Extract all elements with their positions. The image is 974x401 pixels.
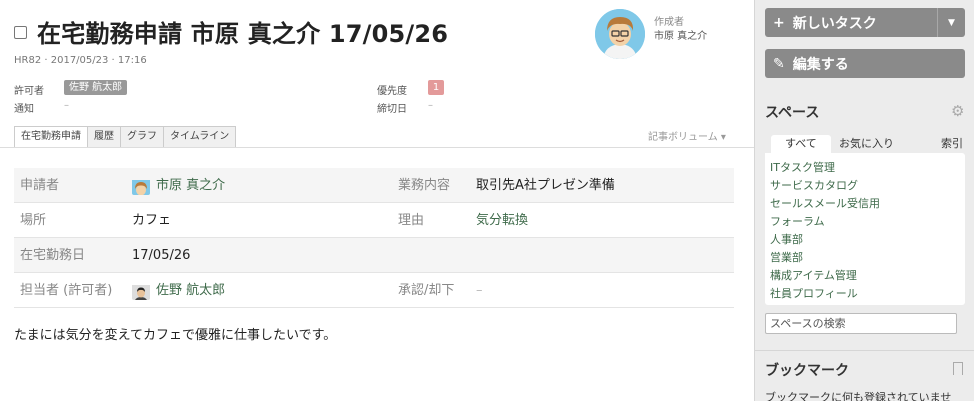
field-value-place: カフェ	[132, 213, 172, 228]
task-subtitle: HR82 · 2017/05/23 · 17:16	[14, 55, 147, 66]
space-tab-index[interactable]: 索引	[941, 135, 963, 153]
approver-badge[interactable]: 佐野 航太郎	[64, 80, 128, 95]
tab-history[interactable]: 履歴	[88, 126, 121, 148]
space-item-it-tasks[interactable]: ITタスク管理	[770, 159, 960, 177]
edit-button[interactable]: ✎ 編集する	[765, 49, 965, 78]
task-body: たまには気分を変えてカフェで優雅に仕事したいです。	[14, 328, 337, 343]
gear-icon[interactable]: ⚙	[951, 102, 964, 120]
space-item-service-catalog[interactable]: サービスカタログ	[770, 177, 960, 195]
new-task-button[interactable]: + 新しいタスク ▼	[765, 8, 965, 37]
field-label-telework-date: 在宅勤務日	[20, 248, 86, 263]
task-checkbox[interactable]	[14, 26, 27, 39]
tab-telework-request[interactable]: 在宅勤務申請	[14, 126, 88, 148]
field-label-reason: 理由	[398, 213, 425, 228]
tab-graph[interactable]: グラフ	[121, 126, 164, 148]
space-item-forum[interactable]: フォーラム	[770, 213, 960, 231]
notify-label: 通知	[14, 104, 34, 115]
space-item-sales-mail[interactable]: セールスメール受信用	[770, 195, 960, 213]
page-title: 在宅勤務申請 市原 真之介 17/05/26	[37, 20, 449, 48]
space-tab-all[interactable]: すべて	[771, 135, 831, 153]
field-value-approval: –	[476, 283, 483, 298]
field-row: 担当者 (許可者) 佐野 航太郎 承認/却下 –	[14, 273, 734, 308]
sidebar-divider	[755, 350, 974, 351]
field-label-work-content: 業務内容	[398, 178, 451, 193]
new-task-dropdown[interactable]: ▼	[937, 8, 965, 37]
space-item-employee-profiles[interactable]: 社員プロフィール	[770, 285, 960, 303]
tab-divider	[0, 147, 754, 148]
field-row: 申請者 市原 真之介 業務内容 取引先A社プレゼン準備	[14, 168, 734, 203]
article-volume-dropdown[interactable]: 記事ボリューム ▾	[648, 128, 726, 143]
bookmarks-empty-text: ブックマークに何も登録されていませ	[765, 391, 952, 401]
bookmarks-title: ブックマーク	[765, 363, 849, 379]
deadline-label: 締切日	[377, 104, 407, 115]
space-item-hr[interactable]: 人事部	[770, 231, 960, 249]
field-label-assignee: 担当者 (許可者)	[20, 283, 113, 298]
field-table: 申請者 市原 真之介 業務内容 取引先A社プレゼン準備 場所 カフェ 理由 気分…	[14, 168, 734, 308]
field-label-approval: 承認/却下	[398, 283, 455, 298]
field-row: 在宅勤務日 17/05/26	[14, 238, 734, 273]
applicant-avatar	[132, 177, 150, 195]
approver-label: 許可者	[14, 86, 44, 97]
space-item-sales[interactable]: 営業部	[770, 249, 960, 267]
creator-name[interactable]: 市原 真之介	[654, 27, 707, 42]
field-value-applicant[interactable]: 市原 真之介	[132, 168, 225, 203]
priority-label: 優先度	[377, 86, 407, 97]
chevron-down-icon: ▼	[948, 17, 955, 28]
creator-label: 作成者	[654, 17, 684, 28]
space-tabs: すべて お気に入り 索引	[765, 135, 965, 153]
notify-value: –	[64, 100, 69, 111]
space-tab-favorites[interactable]: お気に入り	[839, 135, 894, 153]
field-row: 場所 カフェ 理由 気分転換	[14, 203, 734, 238]
field-label-applicant: 申請者	[20, 178, 60, 193]
chevron-down-icon: ▾	[720, 132, 726, 143]
space-item-config-items[interactable]: 構成アイテム管理	[770, 267, 960, 285]
field-label-place: 場所	[20, 213, 47, 228]
creator-avatar[interactable]	[595, 9, 645, 59]
title-row: 在宅勤務申請 市原 真之介 17/05/26	[14, 14, 448, 49]
pencil-icon: ✎	[773, 55, 785, 72]
tab-timeline[interactable]: タイムライン	[164, 126, 237, 148]
assignee-avatar	[132, 282, 150, 300]
field-value-reason[interactable]: 気分転換	[476, 203, 528, 238]
sidebar: + 新しいタスク ▼ ✎ 編集する スペース ⚙ すべて お気に入り 索引 ITタス…	[754, 0, 974, 401]
space-list: ITタスク管理 サービスカタログ セールスメール受信用 フォーラム 人事部 営業…	[765, 153, 965, 305]
tab-bar: 在宅勤務申請 履歴 グラフ タイムライン	[14, 126, 237, 148]
field-value-assignee[interactable]: 佐野 航太郎	[132, 273, 225, 308]
plus-icon: +	[773, 14, 785, 31]
bookmark-icon[interactable]	[953, 362, 963, 375]
priority-badge: 1	[428, 80, 444, 95]
deadline-value: –	[428, 100, 433, 111]
field-value-telework-date: 17/05/26	[132, 248, 191, 263]
task-main: 在宅勤務申請 市原 真之介 17/05/26 HR82 · 2017/05/23…	[0, 0, 754, 401]
space-search-input[interactable]	[765, 313, 957, 334]
spaces-title: スペース	[765, 105, 820, 121]
field-value-work-content: 取引先A社プレゼン準備	[476, 178, 615, 193]
